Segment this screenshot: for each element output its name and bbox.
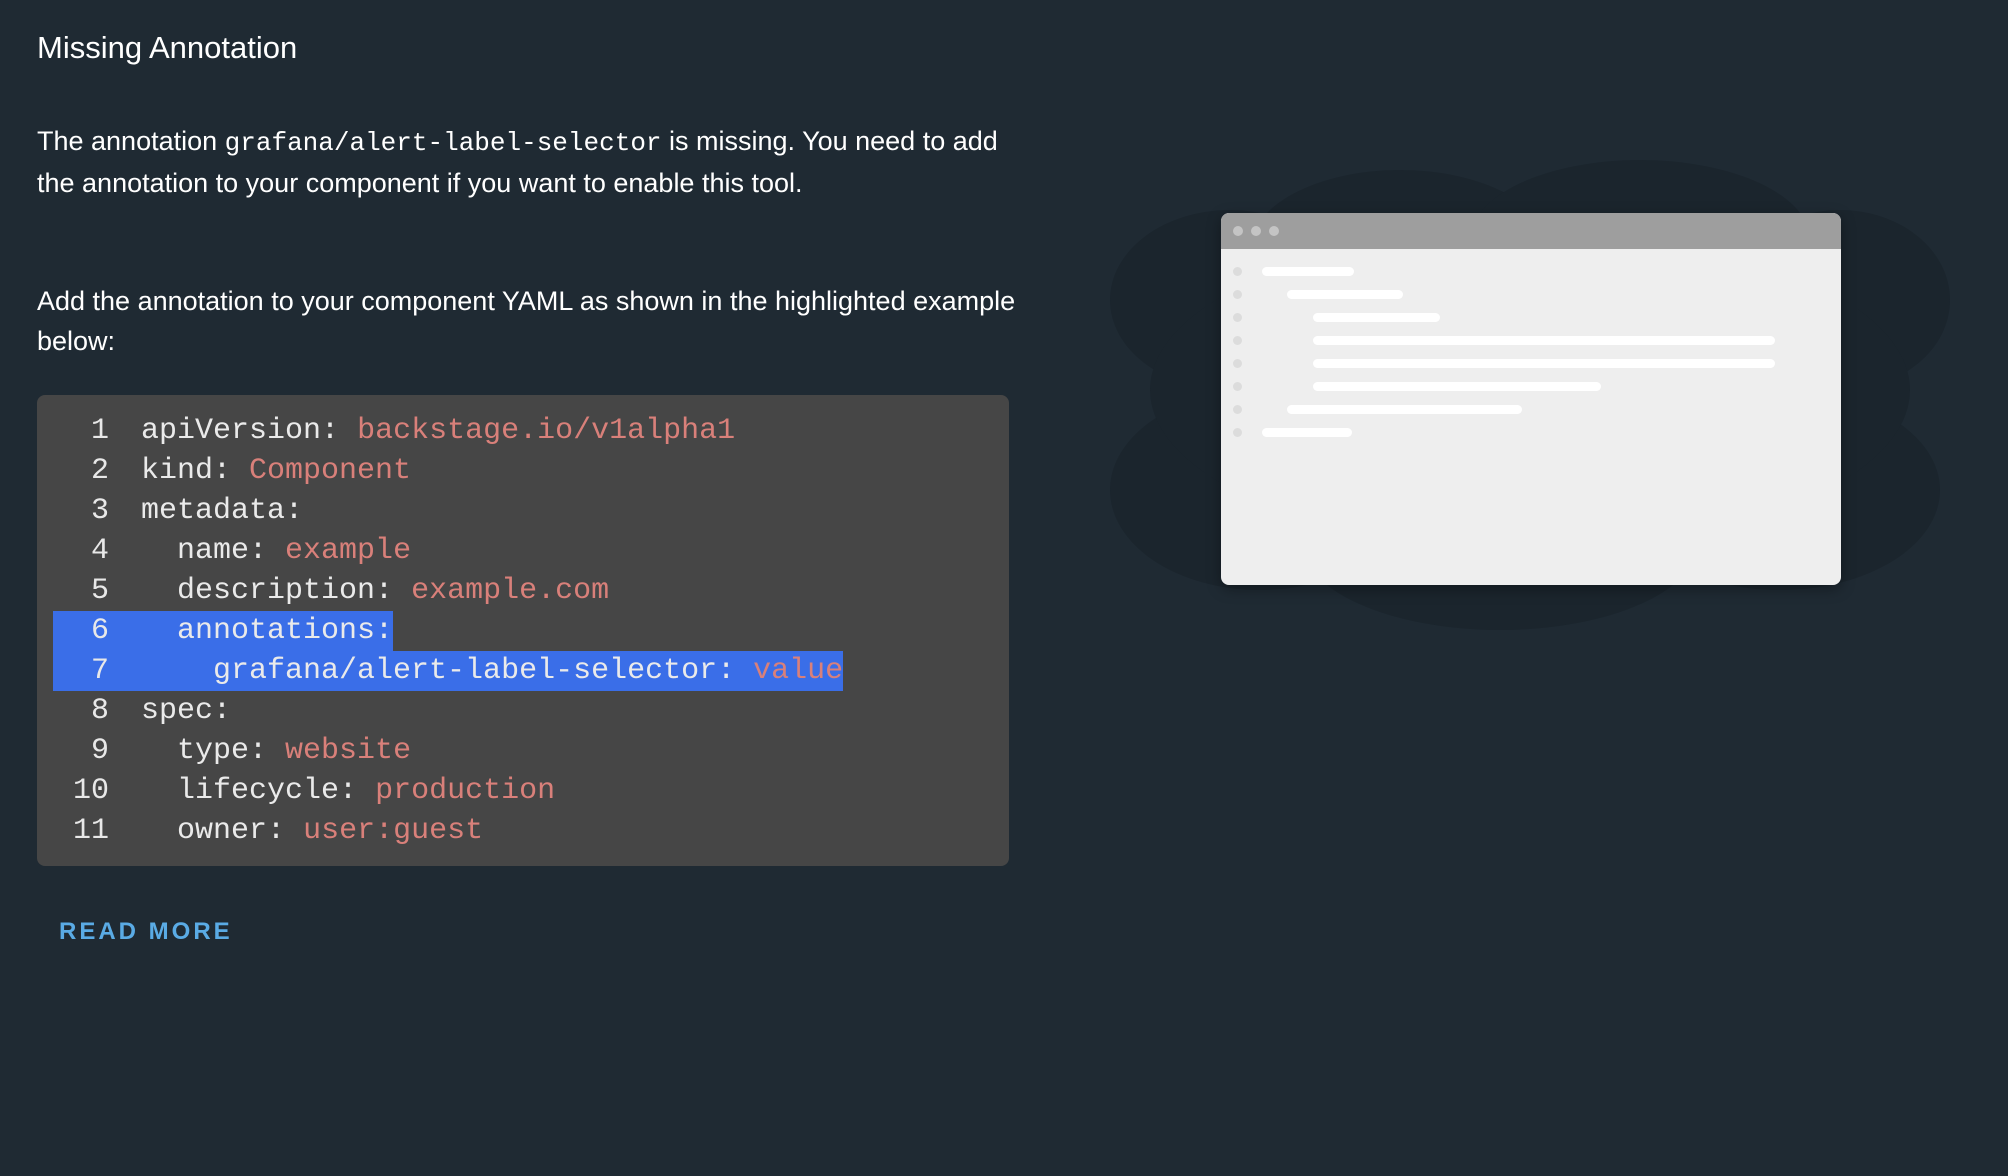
code-span: 9 type: website [53,731,411,771]
code-span: 11 owner: user:guest [53,811,483,851]
annotation-name-code: grafana/alert-label-selector [224,128,662,158]
line-number: 10 [72,774,109,808]
yaml-value: example.com [411,574,610,608]
read-more-link[interactable]: READ MORE [59,918,233,946]
browser-window-illustration [1221,213,1841,585]
line-number: 1 [90,414,109,448]
line-number: 9 [90,734,109,768]
placeholder-line [1262,267,1354,276]
code-line: 8 spec: [37,691,1009,731]
yaml-value: example [285,534,412,568]
code-line: 10 lifecycle: production [37,771,1009,811]
yaml-key: grafana/alert-label-selector: [213,654,736,688]
yaml-value: value [753,654,844,688]
yaml-code-block: 1 apiVersion: backstage.io/v1alpha1 2 kind:… [37,395,1009,866]
placeholder-line [1313,313,1440,322]
yaml-value: website [285,734,412,768]
missing-annotation-description: The annotation grafana/alert-label-selec… [37,121,1027,203]
yaml-key: lifecycle: [177,774,358,808]
yaml-key: owner: [177,814,286,848]
yaml-key: spec: [141,694,232,728]
yaml-key: type: [177,734,268,768]
yaml-key: annotations: [177,614,394,648]
instructions-text: Add the annotation to your component YAM… [37,286,1016,356]
window-title-bar [1221,213,1841,249]
highlighted-code-span: 7 grafana/alert-label-selector: value [53,651,844,691]
code-line: 6 annotations: [37,611,1009,651]
window-dot-icon [1251,226,1261,236]
window-dot-icon [1233,226,1243,236]
code-span: 2 kind: Component [53,451,411,491]
placeholder-bullet [1233,428,1242,437]
placeholder-bullet [1233,359,1242,368]
yaml-key: description: [177,574,394,608]
placeholder-bullet [1233,313,1242,322]
code-span: 8 spec: [53,691,231,731]
code-line: 4 name: example [37,531,1009,571]
placeholder-line [1313,336,1775,345]
line-number: 4 [90,534,109,568]
code-span: 3 metadata: [53,491,303,531]
placeholder-bullet [1233,382,1242,391]
yaml-value: backstage.io/v1alpha1 [357,414,736,448]
line-number: 8 [90,694,109,728]
line-number: 6 [90,614,109,648]
description-text-start: The annotation [37,126,225,156]
line-number: 5 [90,574,109,608]
yaml-key: kind: [141,454,232,488]
code-span: 5 description: example.com [53,571,609,611]
placeholder-line [1313,359,1775,368]
placeholder-bullet [1233,290,1242,299]
placeholder-bullet [1233,336,1242,345]
placeholder-line [1313,382,1601,391]
page-title: Missing Annotation [37,30,298,65]
line-number: 7 [90,654,109,688]
placeholder-line [1287,405,1522,414]
code-line: 11 owner: user:guest [37,811,1009,851]
placeholder-line [1262,428,1352,437]
code-line: 7 grafana/alert-label-selector: value [37,651,1009,691]
placeholder-bullet [1233,405,1242,414]
yaml-value: Component [249,454,412,488]
placeholder-line [1287,290,1403,299]
highlighted-code-span: 6 annotations: [53,611,394,651]
line-number: 11 [72,814,109,848]
code-line: 5 description: example.com [37,571,1009,611]
code-line: 9 type: website [37,731,1009,771]
code-line: 1 apiVersion: backstage.io/v1alpha1 [37,411,1009,451]
code-line: 3 metadata: [37,491,1009,531]
line-number: 2 [90,454,109,488]
yaml-value: user:guest [303,814,484,848]
yaml-value: production [375,774,556,808]
code-span: 10 lifecycle: production [53,771,555,811]
code-span: 1 apiVersion: backstage.io/v1alpha1 [53,411,735,451]
yaml-key: metadata: [141,494,304,528]
line-number: 3 [90,494,109,528]
code-line: 2 kind: Component [37,451,1009,491]
yaml-key: name: [177,534,268,568]
code-span: 4 name: example [53,531,411,571]
yaml-key: apiVersion: [141,414,340,448]
placeholder-bullet [1233,267,1242,276]
window-dot-icon [1269,226,1279,236]
